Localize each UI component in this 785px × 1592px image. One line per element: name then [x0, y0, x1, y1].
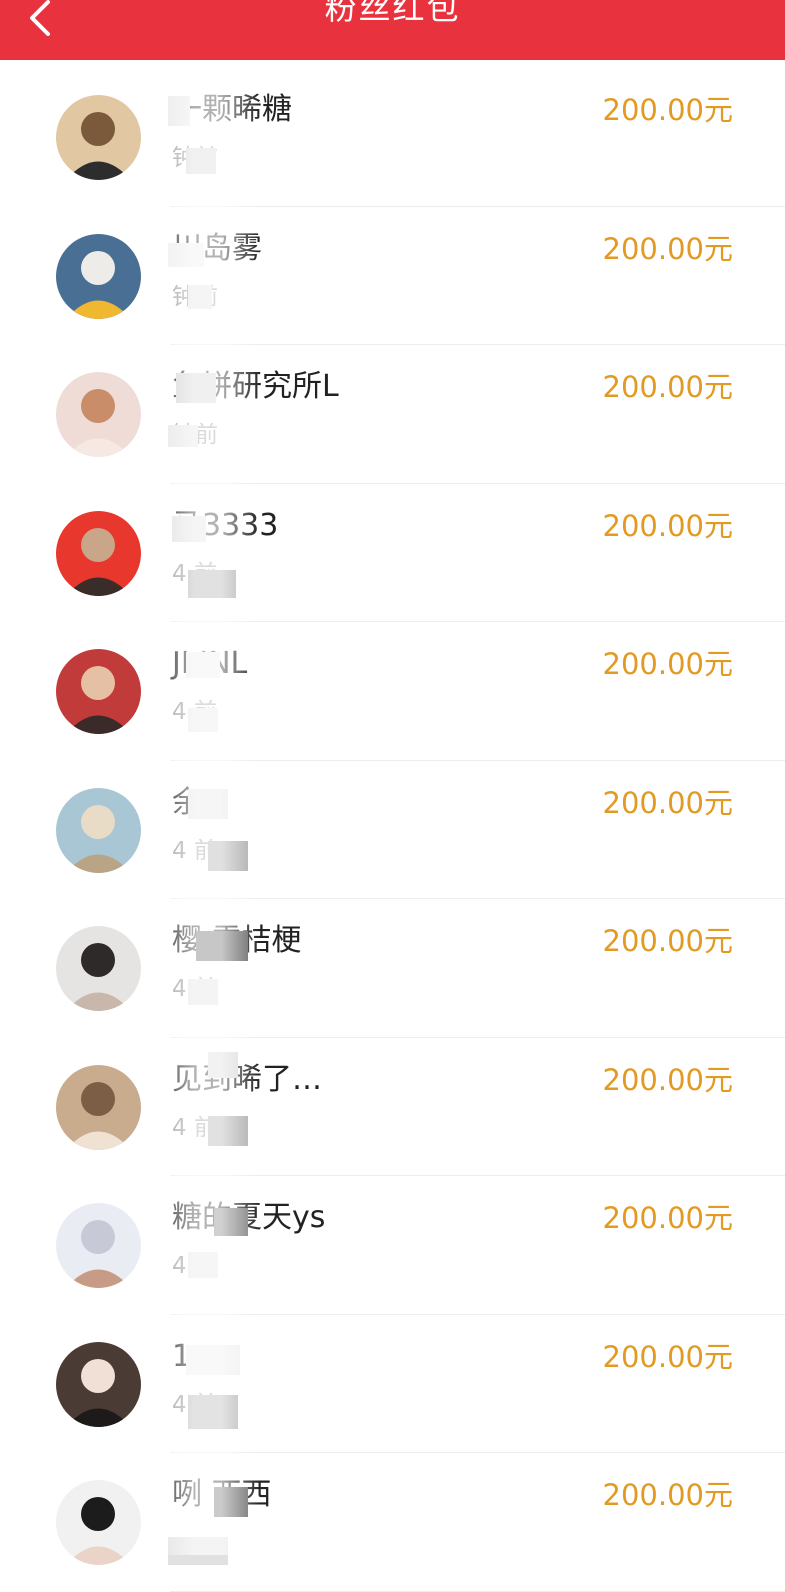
red-packet-list: 一颗晞糖 钟前 200.00元 川岛雾 钟前 200.00元 鱼饼研究所L 钟前 200.00元… — [0, 68, 785, 1592]
amount-label: 200.00元 — [602, 370, 733, 404]
list-item[interactable]: 鱼饼研究所L 钟前 200.00元 — [0, 345, 785, 484]
timestamp: 钟前 — [172, 283, 218, 310]
avatar[interactable] — [56, 233, 141, 319]
list-item[interactable]: 一颗晞糖钟前 200.00元 — [0, 68, 785, 207]
timestamp: 4 前 — [172, 1391, 217, 1418]
timestamp: 4 前 — [172, 560, 217, 587]
avatar[interactable] — [56, 1341, 141, 1427]
fan-name: 糖的夏天ys — [172, 1200, 326, 1235]
amount-label: 200.00元 — [602, 1062, 733, 1097]
timestamp: 4 前 — [172, 837, 217, 864]
list-item[interactable]: 见到晞了… 4 前 200.00元 — [0, 1038, 785, 1176]
amount-label: 200.00元 — [602, 231, 733, 266]
avatar[interactable] — [56, 926, 141, 1011]
timestamp: 钟前 — [172, 145, 218, 171]
amount-label: 200.00元 — [602, 785, 733, 820]
timestamp: 4 前 — [172, 976, 217, 1002]
amount-label: 200.00元 — [602, 508, 733, 543]
fan-name: 鱼饼研究所L — [172, 369, 339, 404]
timestamp: 钟前 — [172, 422, 218, 448]
fan-name: 一颗晞糖 — [172, 92, 292, 127]
list-item[interactable]: JI INL 4 前 200.00元 — [0, 622, 785, 761]
avatar[interactable] — [56, 95, 141, 180]
avatar[interactable] — [56, 372, 141, 457]
fan-name: 川岛雾 — [172, 230, 262, 266]
list-item[interactable]: 樱 雪桔梗 4 前 200.00元 — [0, 899, 785, 1038]
avatar[interactable] — [56, 1064, 141, 1150]
fan-name: 余 — [172, 784, 202, 820]
fan-name: 见到晞了… — [172, 1061, 322, 1097]
avatar[interactable] — [56, 1203, 141, 1288]
top-bar: 粉丝红包 — [0, 0, 785, 60]
list-item[interactable]: 1 一 4 前 200.00元 — [0, 1315, 785, 1453]
amount-label: 200.00元 — [602, 1201, 733, 1235]
amount-label: 200.00元 — [602, 647, 733, 681]
fan-name: 樱 雪桔梗 — [172, 923, 302, 958]
list-item[interactable]: 咧 西西 200.00元 — [0, 1453, 785, 1592]
avatar[interactable] — [56, 649, 141, 734]
fan-name: JI INL — [172, 646, 248, 681]
timestamp: 4 前 — [172, 699, 217, 725]
list-item[interactable]: 余 4 前 200.00元 — [0, 761, 785, 899]
avatar[interactable] — [56, 787, 141, 873]
list-item[interactable]: 川岛雾钟前 200.00元 — [0, 207, 785, 345]
amount-label: 200.00元 — [602, 93, 733, 127]
amount-label: 200.00元 — [602, 924, 733, 958]
fan-name: 马3333 — [172, 507, 279, 543]
avatar[interactable] — [56, 1480, 141, 1565]
divider — [170, 1590, 785, 1592]
page-title: 粉丝红包 — [324, 0, 461, 27]
fan-name: 1 一 — [172, 1338, 231, 1374]
list-item[interactable]: 马3333 4 前 200.00元 — [0, 484, 785, 622]
fan-name: 咧 西西 — [172, 1477, 272, 1512]
timestamp: 4 前 — [172, 1114, 217, 1141]
avatar[interactable] — [56, 510, 141, 596]
timestamp: 4 前 — [172, 1253, 217, 1279]
list-item[interactable]: 糖的夏天ys 4 前 200.00元 — [0, 1176, 785, 1315]
amount-label: 200.00元 — [602, 1339, 733, 1374]
amount-label: 200.00元 — [602, 1478, 733, 1512]
